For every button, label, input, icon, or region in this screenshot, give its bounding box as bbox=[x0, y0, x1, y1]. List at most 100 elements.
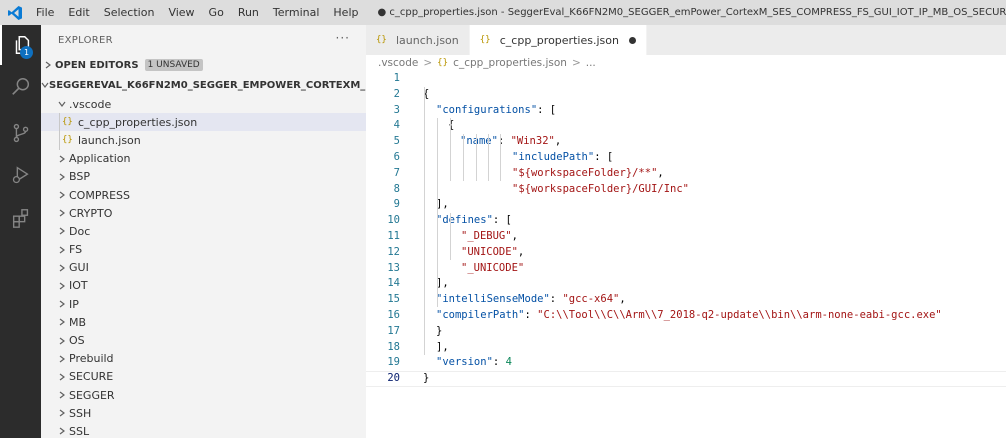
tree-folder-label: SSH bbox=[69, 406, 92, 420]
activity-search[interactable] bbox=[0, 67, 41, 107]
tree-folder-gui[interactable]: GUI bbox=[41, 259, 366, 277]
code-line-6[interactable]: "${workspaceFolder}/**", bbox=[366, 150, 1006, 179]
breadcrumb: .vscode > {} c_cpp_properties.json > ... bbox=[366, 55, 1006, 71]
tree-folder-vscode[interactable]: .vscode bbox=[41, 95, 366, 113]
code-line-12[interactable]: "_UNICODE" bbox=[366, 245, 1006, 274]
tree-folder-label: COMPRESS bbox=[69, 188, 131, 202]
explorer-sidebar: EXPLORER ··· OPEN EDITORS 1 UNSAVED SEGG… bbox=[41, 25, 366, 438]
chevron-right-icon bbox=[55, 227, 69, 235]
code-line-10[interactable]: "_DEBUG", bbox=[366, 213, 1006, 242]
chevron-right-icon bbox=[55, 264, 69, 272]
line-number: 11 bbox=[387, 230, 400, 242]
breadcrumb-tail[interactable]: ... bbox=[586, 57, 596, 69]
code-line-17[interactable]: ], bbox=[366, 324, 1006, 353]
menu-terminal[interactable]: Terminal bbox=[266, 0, 327, 25]
chevron-right-icon bbox=[55, 337, 69, 345]
tree-folder-doc[interactable]: Doc bbox=[41, 222, 366, 240]
tree-folder-label: .vscode bbox=[69, 97, 112, 111]
tree-folder-prebuild[interactable]: Prebuild bbox=[41, 350, 366, 368]
activity-run-debug[interactable] bbox=[0, 155, 41, 195]
tree-folder-bsp[interactable]: BSP bbox=[41, 168, 366, 186]
extensions-icon bbox=[12, 209, 28, 228]
code-line-19[interactable]: } bbox=[366, 355, 1006, 384]
source-control-icon bbox=[13, 123, 28, 143]
tree-folder-iot[interactable]: IOT bbox=[41, 277, 366, 295]
more-actions-icon[interactable]: ··· bbox=[336, 31, 350, 45]
explorer-badge: 1 bbox=[20, 46, 33, 59]
run-debug-icon bbox=[12, 166, 29, 184]
breadcrumb-file[interactable]: c_cpp_properties.json bbox=[453, 57, 567, 69]
code-line-20[interactable] bbox=[366, 371, 1006, 387]
activity-extensions[interactable] bbox=[0, 198, 41, 238]
menu-edit[interactable]: Edit bbox=[61, 0, 96, 25]
menu-run[interactable]: Run bbox=[231, 0, 266, 25]
menu-selection[interactable]: Selection bbox=[97, 0, 162, 25]
tree-file-label: launch.json bbox=[78, 133, 141, 147]
workspace-label: SEGGEREVAL_K66FN2M0_SEGGER_EMPOWER_CORTE… bbox=[49, 79, 366, 91]
tab-c-cpp-properties-json[interactable]: {} c_cpp_properties.json bbox=[469, 25, 647, 55]
chevron-right-icon bbox=[55, 409, 69, 417]
tree-folder-fs[interactable]: FS bbox=[41, 241, 366, 259]
code-line-5[interactable]: "includePath": [ bbox=[366, 134, 1006, 163]
chevron-right-icon bbox=[55, 300, 69, 308]
menu-help[interactable]: Help bbox=[326, 0, 365, 25]
tree-folder-os[interactable]: OS bbox=[41, 331, 366, 349]
open-editors-label: OPEN EDITORS bbox=[55, 59, 139, 71]
activity-explorer[interactable]: 1 bbox=[0, 25, 41, 65]
code-line-15[interactable]: "compilerPath": "C:\\Tool\\C\\Arm\\7_201… bbox=[366, 292, 1006, 321]
chevron-right-icon bbox=[55, 427, 69, 435]
tree-folder-label: SECURE bbox=[69, 370, 114, 384]
chevron-down-icon bbox=[41, 81, 49, 89]
indent-guide bbox=[476, 134, 477, 181]
tab-launch-json[interactable]: {} launch.json bbox=[366, 25, 470, 55]
code-editor[interactable]: { "configurations": [ { "name": "Win32",… bbox=[366, 71, 1006, 438]
line-number: 18 bbox=[387, 340, 400, 353]
tree-folder-label: Application bbox=[69, 152, 131, 166]
tree-file-launch[interactable]: {} launch.json bbox=[41, 131, 366, 150]
line-number: 1 bbox=[393, 72, 400, 84]
tree-folder-ssh[interactable]: SSH bbox=[41, 404, 366, 422]
menu-view[interactable]: View bbox=[161, 0, 201, 25]
code-line-11[interactable]: "UNICODE", bbox=[366, 229, 1006, 258]
code-line-9[interactable]: "defines": [ bbox=[366, 197, 1006, 226]
activity-bar: 1 bbox=[0, 25, 41, 438]
code-line-4[interactable]: "name": "Win32", bbox=[366, 118, 1006, 147]
tree-folder-ssl[interactable]: SSL bbox=[41, 422, 366, 438]
tree-folder-ip[interactable]: IP bbox=[41, 295, 366, 313]
chevron-right-icon bbox=[55, 391, 69, 399]
code-line-1[interactable]: { bbox=[366, 71, 1006, 100]
code-line-8[interactable]: ], bbox=[366, 182, 1006, 210]
code-line-2[interactable]: "configurations": [ bbox=[366, 87, 1006, 116]
indent-guide bbox=[59, 113, 60, 132]
indent-guide bbox=[450, 118, 451, 181]
search-icon bbox=[11, 78, 29, 95]
open-editors-section[interactable]: OPEN EDITORS 1 UNSAVED bbox=[41, 55, 366, 75]
explorer-header: EXPLORER ··· bbox=[41, 25, 366, 55]
menu-file[interactable]: File bbox=[30, 0, 61, 25]
menu-go[interactable]: Go bbox=[202, 0, 231, 25]
tab-label: c_cpp_properties.json bbox=[499, 33, 619, 47]
code-line-16[interactable]: } bbox=[366, 308, 1006, 337]
code-line-14[interactable]: "intelliSenseMode": "gcc-x64", bbox=[366, 276, 1006, 305]
tree-folder-application[interactable]: Application bbox=[41, 150, 366, 168]
line-number: 20 bbox=[387, 372, 400, 385]
json-file-icon: {} bbox=[376, 35, 387, 45]
workspace-section[interactable]: SEGGEREVAL_K66FN2M0_SEGGER_EMPOWER_CORTE… bbox=[41, 75, 366, 95]
breadcrumb-folder[interactable]: .vscode bbox=[378, 57, 418, 69]
tree-file-c-cpp-properties[interactable]: {} c_cpp_properties.json bbox=[41, 113, 366, 132]
line-number: 6 bbox=[393, 151, 400, 163]
tree-folder-compress[interactable]: COMPRESS bbox=[41, 186, 366, 204]
tree-folder-secure[interactable]: SECURE bbox=[41, 368, 366, 386]
activity-source-control[interactable] bbox=[0, 113, 41, 153]
tree-folder-label: FS bbox=[69, 243, 83, 257]
code-line-7[interactable]: "${workspaceFolder}/GUI/Inc" bbox=[366, 166, 1006, 195]
code-line-18[interactable]: "version": 4 bbox=[366, 340, 1006, 368]
tree-folder-mb[interactable]: MB bbox=[41, 313, 366, 331]
unsaved-dot-icon[interactable] bbox=[628, 36, 636, 44]
code-line-3[interactable]: { bbox=[366, 103, 1006, 131]
code-line-13[interactable]: ], bbox=[366, 261, 1006, 289]
tree-folder-segger[interactable]: SEGGER bbox=[41, 386, 366, 404]
indent-guide bbox=[500, 134, 501, 181]
editor-tabs: {} launch.json {} c_cpp_properties.json bbox=[366, 25, 1006, 55]
tree-folder-crypto[interactable]: CRYPTO bbox=[41, 204, 366, 222]
